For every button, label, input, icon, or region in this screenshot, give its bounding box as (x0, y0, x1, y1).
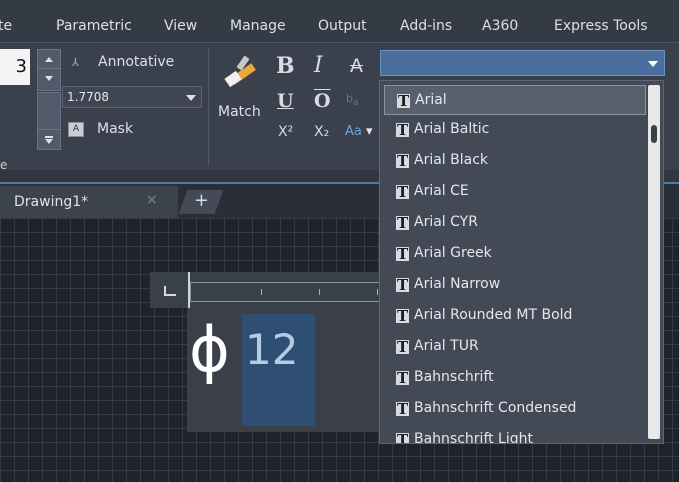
truetype-icon: T (396, 214, 410, 232)
spinner-up-icon[interactable] (38, 50, 60, 69)
truetype-icon: T (396, 338, 410, 356)
font-select[interactable] (380, 50, 665, 76)
font-option[interactable]: T Bahnschrift Light (384, 425, 646, 443)
truetype-icon: T (396, 245, 410, 263)
bold-button[interactable]: B (276, 53, 295, 79)
font-option[interactable]: T Bahnschrift (384, 363, 646, 393)
truetype-icon: T (396, 183, 410, 201)
menu-bar: te Parametric View Manage Output Add-ins… (0, 0, 679, 43)
match-brush-icon[interactable] (224, 55, 256, 90)
annotative-icon: ⅄ (72, 56, 79, 69)
font-option[interactable]: T Arial CE (384, 177, 646, 207)
menu-item-view[interactable]: View (164, 18, 197, 34)
font-option[interactable]: T Arial Rounded MT Bold (384, 301, 646, 331)
overline-button[interactable]: O (314, 90, 331, 112)
text-height-combo[interactable]: 1.7708 (62, 86, 202, 108)
font-option[interactable]: T Arial TUR (384, 332, 646, 362)
mask-icon: A (68, 122, 84, 137)
close-icon[interactable]: × (146, 192, 158, 208)
text-height-input[interactable]: 3 (0, 49, 30, 85)
new-tab-button[interactable]: + (178, 190, 224, 214)
font-option[interactable]: T Arial Greek (384, 239, 646, 269)
stack-icon[interactable]: ba (346, 92, 359, 108)
text-height-spinner[interactable] (37, 49, 61, 91)
subscript-button[interactable]: X₂ (314, 124, 329, 140)
truetype-icon: T (397, 92, 411, 110)
tab-label: Drawing1* (14, 194, 89, 210)
scrollbar-thumb[interactable] (651, 125, 657, 143)
menu-item-parametric[interactable]: Parametric (56, 18, 132, 34)
chevron-down-icon[interactable] (186, 95, 196, 101)
text-height-combo-value: 1.7708 (67, 90, 109, 104)
underline-button[interactable]: U (277, 90, 294, 112)
mtext-ruler[interactable] (150, 272, 386, 308)
font-option[interactable]: T Arial (384, 85, 646, 115)
mask-button[interactable]: Mask (97, 121, 133, 137)
tab-drawing1[interactable]: Drawing1* × (0, 186, 178, 218)
font-option[interactable]: T Arial Baltic (384, 115, 646, 145)
font-option[interactable]: T Bahnschrift Condensed (384, 394, 646, 424)
superscript-button[interactable]: X² (278, 124, 293, 140)
spinner-scroll[interactable] (37, 92, 61, 150)
strikethrough-button[interactable]: A (350, 55, 363, 77)
annotative-toggle[interactable]: Annotative (98, 54, 174, 70)
plus-icon: + (193, 190, 209, 211)
spinner-down-icon[interactable] (38, 69, 60, 89)
ruler-bar[interactable] (190, 282, 386, 302)
spinner-expand-icon[interactable] (38, 129, 60, 147)
menu-item-express-tools[interactable]: Express Tools (554, 18, 648, 34)
ruler-tab-type-icon[interactable] (164, 286, 176, 296)
menu-item-a360[interactable]: A360 (482, 18, 518, 34)
mtext-editor[interactable]: ϕ 12 (187, 308, 385, 432)
truetype-icon: T (396, 433, 410, 443)
menu-item-output[interactable]: Output (318, 18, 367, 34)
font-option[interactable]: T Arial Narrow (384, 270, 646, 300)
truetype-icon: T (396, 369, 410, 387)
truetype-icon: T (396, 276, 410, 294)
case-icon: Aa (345, 124, 362, 139)
menu-item-fragment[interactable]: te (0, 18, 12, 34)
chevron-down-icon[interactable] (648, 61, 658, 67)
change-case-button[interactable]: Aa ▾ (345, 124, 373, 139)
truetype-icon: T (396, 400, 410, 418)
match-button[interactable]: Match (218, 104, 261, 120)
selected-text: 12 (245, 325, 299, 374)
truetype-icon: T (396, 152, 410, 170)
truetype-icon: T (396, 121, 410, 139)
truetype-icon: T (396, 307, 410, 325)
font-option[interactable]: T Arial Black (384, 146, 646, 176)
font-dropdown-list[interactable]: T Arial T Arial Baltic T Arial Black T A… (379, 80, 664, 444)
italic-button[interactable]: I (314, 53, 323, 78)
menu-item-manage[interactable]: Manage (230, 18, 286, 34)
panel-divider (208, 48, 209, 166)
panel-title: e (0, 158, 8, 172)
font-option[interactable]: T Arial CYR (384, 208, 646, 238)
phi-symbol: ϕ (189, 313, 230, 386)
indent-marker[interactable] (188, 272, 190, 308)
menu-item-add-ins[interactable]: Add-ins (400, 18, 452, 34)
